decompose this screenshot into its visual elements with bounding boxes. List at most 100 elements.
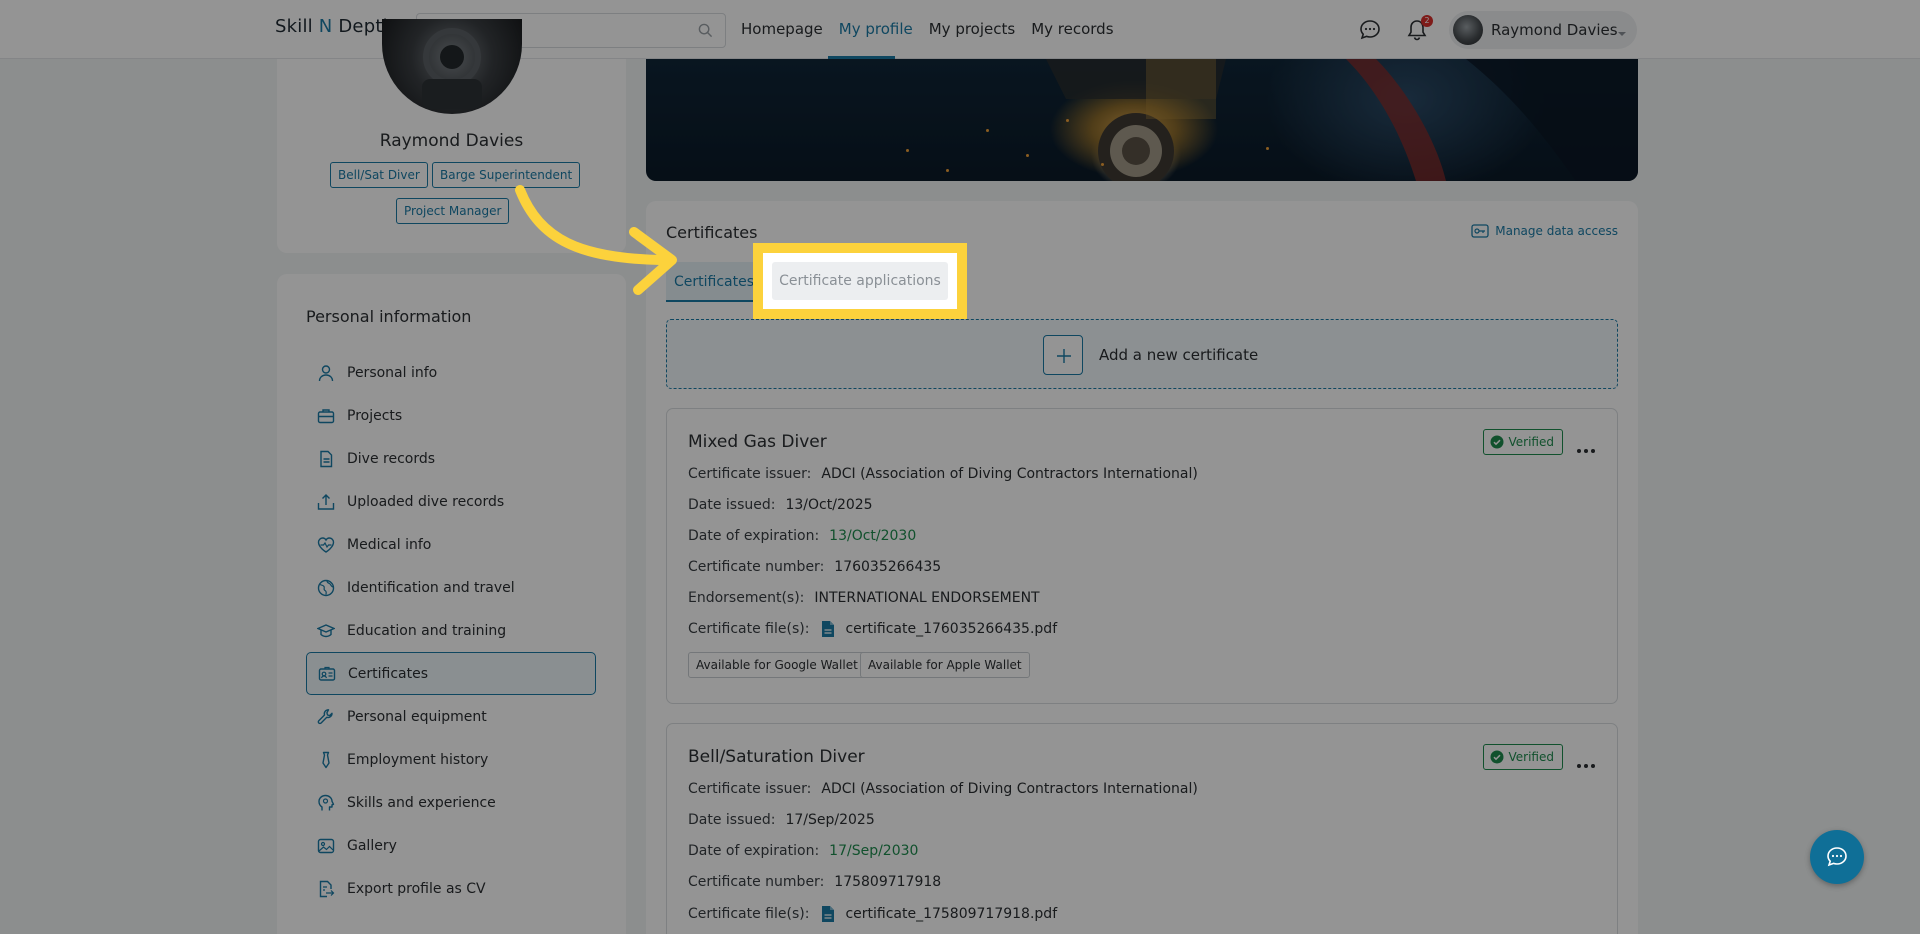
- tab-certificate-applications[interactable]: Certificate applications: [772, 262, 948, 300]
- id-card-icon: [318, 666, 336, 681]
- notification-badge: 2: [1421, 15, 1433, 27]
- nav-my-profile[interactable]: My profile: [839, 20, 913, 38]
- nav-my-records[interactable]: My records: [1031, 20, 1113, 38]
- file-icon: [822, 906, 835, 922]
- field-label: Certificate issuer:: [688, 466, 812, 482]
- field-label: Certificate issuer:: [688, 781, 812, 797]
- certificate-files-row: Certificate file(s): certificate_1758097…: [688, 905, 1057, 923]
- sidebar-item-label: Employment history: [347, 751, 489, 768]
- certificate-number: 175809717918: [834, 874, 942, 890]
- globe-icon: [317, 579, 335, 596]
- sidebar-item-medical-info[interactable]: Medical info: [306, 523, 596, 566]
- export-icon: [319, 880, 335, 897]
- personal-information-card: Personal information Personal info Proje…: [277, 274, 626, 934]
- sidebar-item-uploaded-dive-records[interactable]: Uploaded dive records: [306, 480, 596, 523]
- more-options-icon[interactable]: [1577, 441, 1595, 457]
- profile-name: Raymond Davies: [379, 131, 524, 151]
- avatar: [1453, 15, 1483, 45]
- nav-my-projects[interactable]: My projects: [929, 20, 1015, 38]
- heart-pulse-icon: [317, 536, 335, 553]
- expiration-date: 13/Oct/2030: [829, 528, 917, 544]
- sidebar-item-certificates[interactable]: Certificates: [306, 652, 596, 695]
- upload-icon: [317, 493, 335, 510]
- logo[interactable]: Skill N Depth: [275, 16, 394, 37]
- profile-cover-image: [646, 59, 1638, 181]
- verified-label: Verified: [1508, 435, 1555, 449]
- field-label: Date of expiration:: [688, 843, 820, 859]
- sidebar-item-employment-history[interactable]: Employment history: [306, 738, 596, 781]
- nav-homepage[interactable]: Homepage: [741, 20, 823, 38]
- key-icon: [1471, 224, 1489, 238]
- sidebar-item-gallery[interactable]: Gallery: [306, 824, 596, 867]
- expiration-row: Date of expiration: 17/Sep/2030: [688, 843, 918, 859]
- chevron-down-icon: [1617, 26, 1627, 42]
- verified-check-icon: [1490, 435, 1503, 449]
- sidebar-item-label: Export profile as CV: [347, 880, 486, 897]
- top-navigation-bar: Skill N Depth Homepage My profile My pro…: [0, 0, 1920, 59]
- graduation-cap-icon: [317, 623, 335, 637]
- plus-icon: [1043, 335, 1083, 375]
- role-chip: Bell/Sat Diver: [330, 162, 428, 188]
- tie-icon: [322, 751, 330, 768]
- sidebar-item-skills-and-experience[interactable]: Skills and experience: [306, 781, 596, 824]
- certificate-name: Mixed Gas Diver: [688, 432, 827, 452]
- briefcase-icon: [317, 408, 335, 423]
- field-label: Endorsement(s):: [688, 590, 805, 606]
- field-label: Date issued:: [688, 497, 776, 513]
- add-certificate-button[interactable]: Add a new certificate: [666, 319, 1618, 389]
- logo-text-prefix: Skill: [275, 16, 319, 37]
- certificate-card: Mixed Gas Diver Verified Certificate iss…: [666, 408, 1618, 704]
- expiration-date: 17/Sep/2030: [829, 843, 919, 859]
- role-chip: Project Manager: [396, 198, 510, 224]
- sidebar-item-personal-equipment[interactable]: Personal equipment: [306, 695, 596, 738]
- field-label: Certificate file(s):: [688, 906, 810, 922]
- sidebar-item-personal-info[interactable]: Personal info: [306, 351, 596, 394]
- date-issued-row: Date issued: 13/Oct/2025: [688, 497, 873, 513]
- user-name: Raymond Davies: [1491, 21, 1618, 39]
- apple-wallet-button[interactable]: Available for Apple Wallet: [860, 652, 1030, 678]
- sidebar-item-dive-records[interactable]: Dive records: [306, 437, 596, 480]
- search-icon[interactable]: [698, 23, 713, 42]
- sidebar-item-label: Skills and experience: [347, 794, 496, 811]
- sidebar-item-export-profile-as-cv[interactable]: Export profile as CV: [306, 867, 596, 910]
- certificate-issuer-row: Certificate issuer: ADCI (Association of …: [688, 781, 1198, 797]
- sidebar-item-label: Certificates: [348, 665, 429, 682]
- certificate-files-row: Certificate file(s): certificate_1760352…: [688, 620, 1057, 638]
- certificate-issuer: ADCI (Association of Diving Contractors …: [821, 781, 1198, 797]
- verified-badge: Verified: [1482, 744, 1563, 770]
- endorsements-row: Endorsement(s): INTERNATIONAL ENDORSEMENT: [688, 590, 1040, 606]
- manage-data-access-label: Manage data access: [1495, 224, 1618, 238]
- sidebar-item-identification-and-travel[interactable]: Identification and travel: [306, 566, 596, 609]
- user-icon: [318, 364, 334, 381]
- sidebar-item-label: Projects: [347, 407, 403, 424]
- chat-bubble-icon: [1827, 847, 1847, 867]
- sidebar-item-education-and-training[interactable]: Education and training: [306, 609, 596, 652]
- certificate-issuer: ADCI (Association of Diving Contractors …: [821, 466, 1198, 482]
- certificate-file-link[interactable]: certificate_176035266435.pdf: [845, 621, 1057, 637]
- field-label: Date issued:: [688, 812, 776, 828]
- certificate-file-link[interactable]: certificate_175809717918.pdf: [845, 906, 1057, 922]
- certificate-card: Bell/Saturation Diver Verified Certifica…: [666, 723, 1618, 934]
- chat-icon[interactable]: [1358, 18, 1382, 46]
- sidebar-item-label: Personal info: [347, 364, 438, 381]
- head-gear-icon: [318, 794, 335, 810]
- manage-data-access-link[interactable]: Manage data access: [1471, 223, 1618, 239]
- certificate-number-row: Certificate number: 175809717918: [688, 874, 941, 890]
- verified-badge: Verified: [1482, 429, 1563, 455]
- sidebar-item-projects[interactable]: Projects: [306, 394, 596, 437]
- user-menu[interactable]: Raymond Davies: [1449, 11, 1637, 49]
- google-wallet-button[interactable]: Available for Google Wallet: [688, 652, 866, 678]
- add-certificate-label: Add a new certificate: [1099, 346, 1259, 364]
- main-nav: Homepage My profile My projects My recor…: [741, 20, 1130, 38]
- image-icon: [317, 838, 335, 853]
- field-label: Certificate number:: [688, 559, 825, 575]
- wrench-icon: [317, 708, 333, 724]
- field-label: Certificate file(s):: [688, 621, 810, 637]
- sidebar-item-label: Uploaded dive records: [347, 493, 505, 510]
- verified-check-icon: [1490, 750, 1503, 764]
- sidebar-item-label: Gallery: [347, 837, 397, 854]
- more-options-icon[interactable]: [1577, 756, 1595, 772]
- chat-support-button[interactable]: [1810, 830, 1864, 884]
- endorsements: INTERNATIONAL ENDORSEMENT: [814, 590, 1040, 606]
- logo-text-n: N: [318, 16, 333, 37]
